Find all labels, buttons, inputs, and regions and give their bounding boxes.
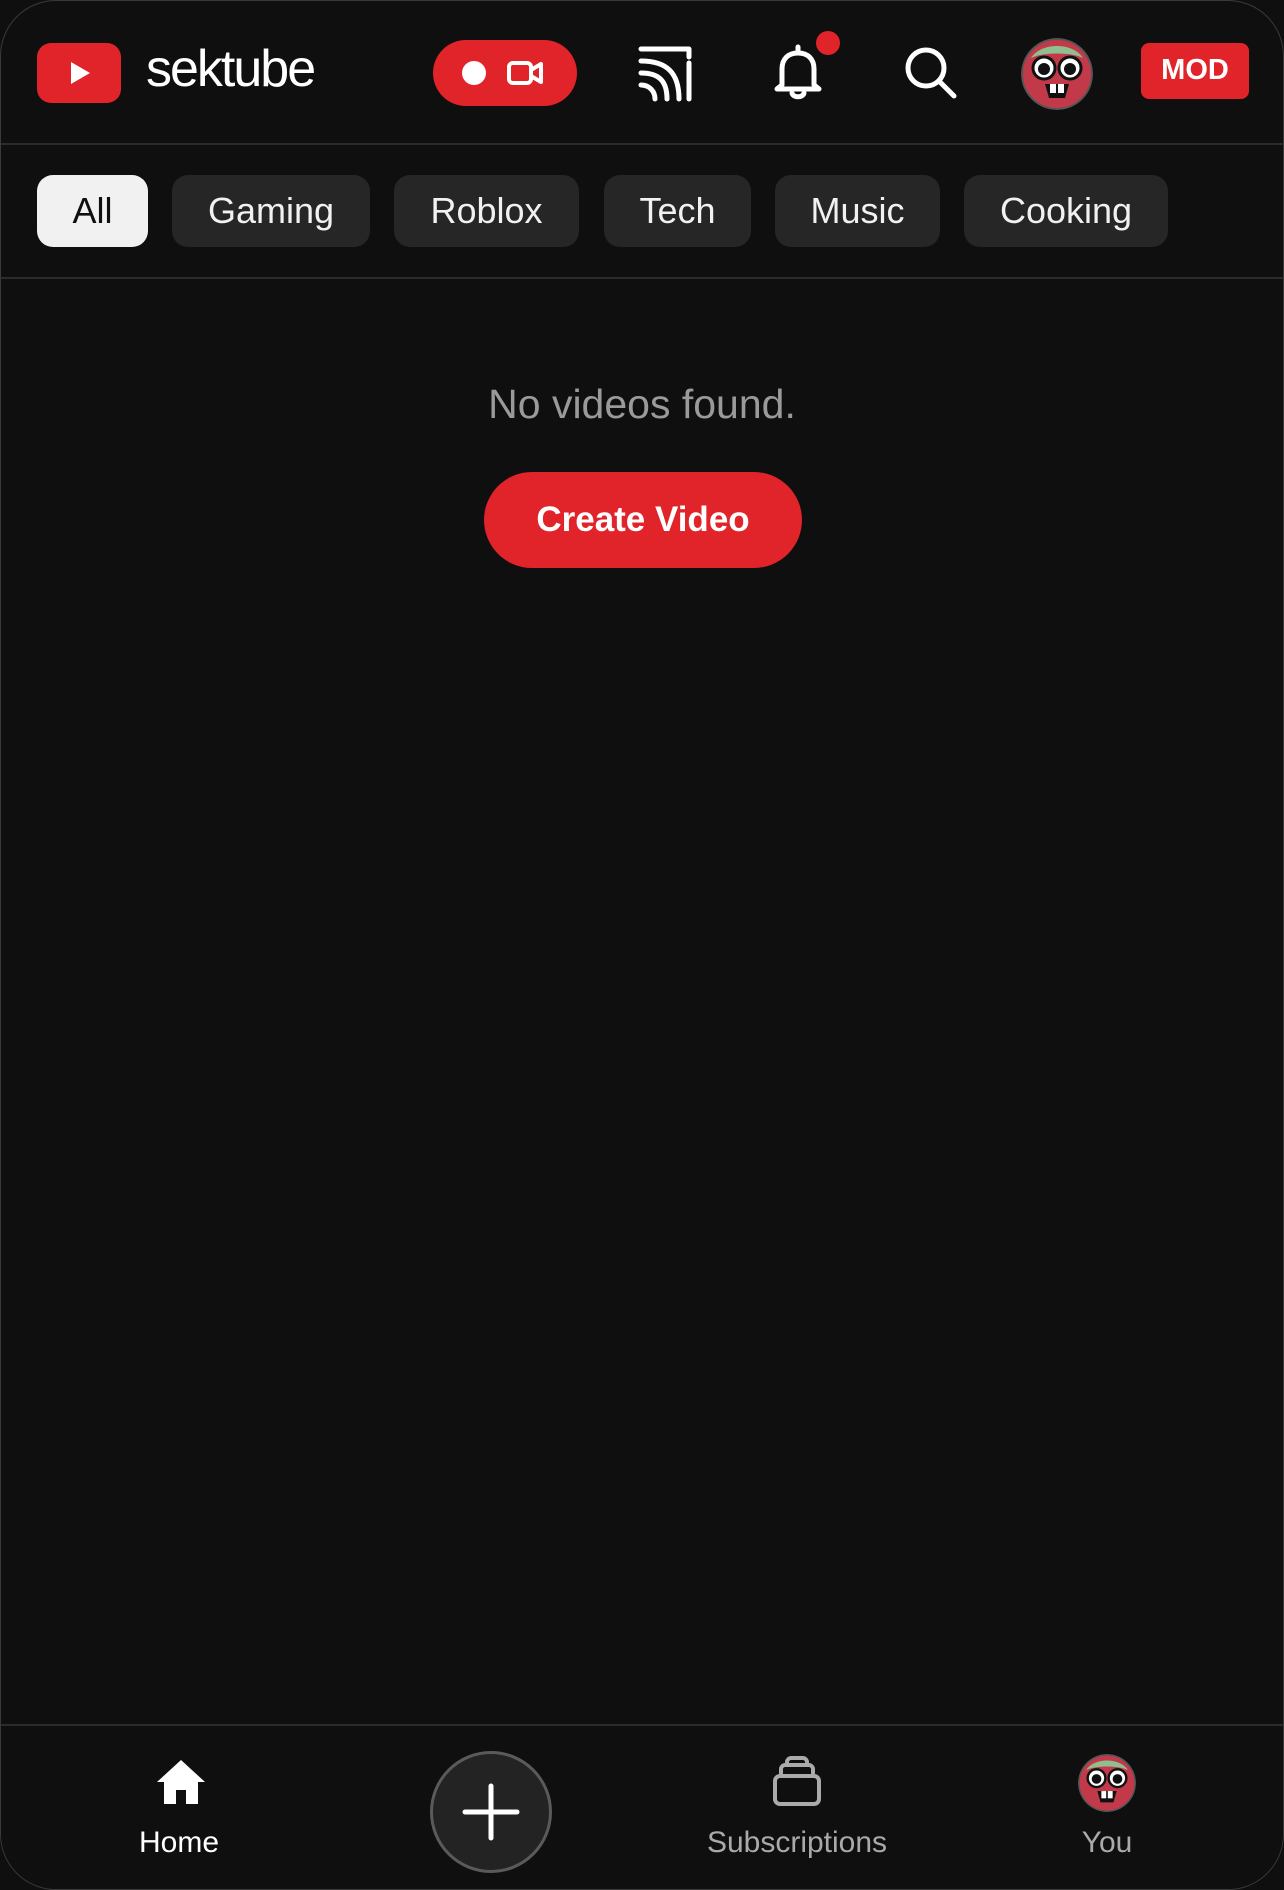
chip-tech[interactable]: Tech — [604, 175, 751, 247]
create-button[interactable] — [430, 1751, 552, 1873]
category-chips: All Gaming Roblox Tech Music Cooking — [1, 145, 1283, 279]
nav-subscriptions[interactable]: Subscriptions — [677, 1726, 917, 1889]
cast-button[interactable] — [633, 41, 697, 105]
search-icon — [905, 47, 957, 99]
notification-dot — [816, 31, 840, 55]
go-live-button[interactable] — [433, 40, 577, 106]
chip-roblox[interactable]: Roblox — [394, 175, 579, 247]
app-frame: sektube MOD All Gaming Roblox Tech Music… — [0, 0, 1284, 1890]
subscriptions-icon — [773, 1756, 821, 1806]
create-video-button[interactable]: Create Video — [484, 472, 802, 568]
logo-icon[interactable] — [37, 43, 121, 103]
search-button[interactable] — [899, 41, 963, 105]
chip-cooking[interactable]: Cooking — [964, 175, 1168, 247]
plus-icon — [462, 1783, 520, 1841]
bottom-nav: Home Subscriptions You — [1, 1724, 1283, 1889]
empty-state-message: No videos found. — [488, 381, 796, 427]
home-icon — [157, 1760, 205, 1804]
nav-subscriptions-label: Subscriptions — [706, 1826, 888, 1859]
nav-you-label: You — [1081, 1826, 1133, 1859]
nav-home-label: Home — [138, 1826, 220, 1859]
top-bar: sektube MOD — [1, 1, 1283, 145]
brand-name[interactable]: sektube — [146, 39, 316, 99]
nav-you[interactable]: You — [987, 1726, 1227, 1889]
avatar[interactable] — [1021, 38, 1093, 110]
record-camera-icon — [462, 61, 543, 85]
chip-gaming[interactable]: Gaming — [172, 175, 370, 247]
chip-all[interactable]: All — [37, 175, 148, 247]
nav-home[interactable]: Home — [59, 1726, 299, 1889]
avatar — [1078, 1754, 1136, 1812]
cast-icon — [638, 46, 692, 102]
mod-badge[interactable]: MOD — [1141, 43, 1249, 99]
chip-music[interactable]: Music — [775, 175, 940, 247]
